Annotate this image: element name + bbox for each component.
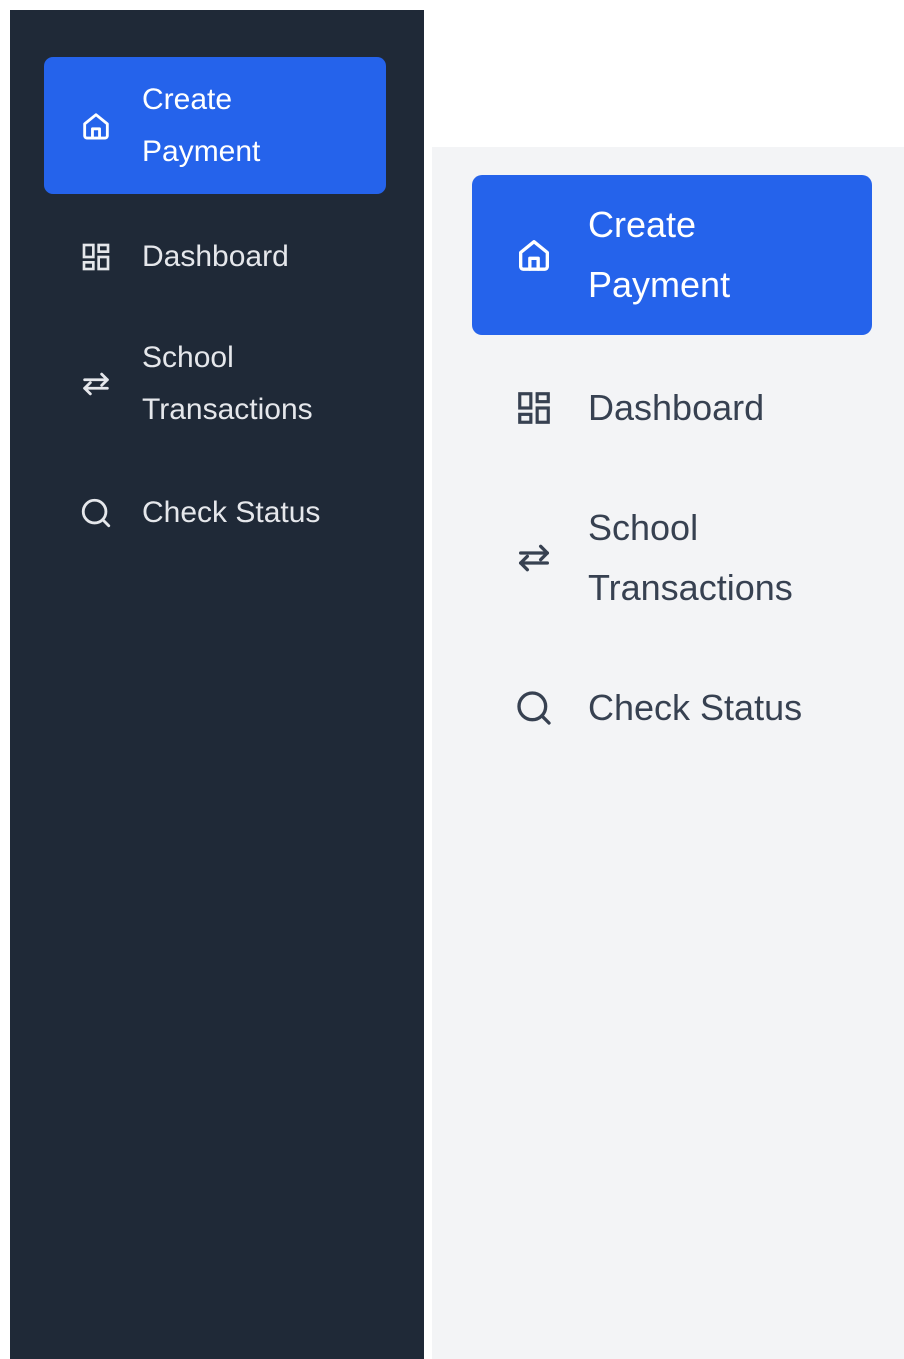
arrows-left-right-icon: [78, 366, 114, 402]
sidebar-dark: Create Payment Dashboard School Transact…: [10, 10, 424, 1359]
sidebar-item-label: Dashboard: [588, 387, 765, 428]
sidebar-dark-item-dashboard[interactable]: Dashboard: [44, 194, 386, 320]
sidebar-item-label: Create Payment: [588, 204, 731, 305]
sidebar-light-item-check-status[interactable]: Check Status: [472, 635, 872, 781]
sidebar-light-item-create-payment[interactable]: Create Payment: [472, 175, 872, 335]
screenshot-canvas: Create Payment Dashboard School Transact…: [0, 0, 904, 1359]
sidebar-item-label: Check Status: [142, 496, 321, 529]
home-icon: [512, 233, 556, 277]
sidebar-light: Create Payment Dashboard School Transact…: [432, 147, 904, 1359]
dashboard-grid-icon: [512, 386, 556, 430]
sidebar-dark-item-check-status[interactable]: Check Status: [44, 448, 386, 578]
search-icon: [512, 686, 556, 730]
sidebar-dark-item-create-payment[interactable]: Create Payment: [44, 57, 386, 194]
arrows-left-right-icon: [512, 536, 556, 580]
sidebar-dark-nav: Create Payment Dashboard School Transact…: [44, 57, 386, 578]
sidebar-item-label: School Transactions: [588, 507, 793, 608]
sidebar-item-label: Create Payment: [142, 82, 261, 168]
sidebar-light-item-dashboard[interactable]: Dashboard: [472, 335, 872, 481]
dashboard-grid-icon: [78, 239, 114, 275]
sidebar-light-nav: Create Payment Dashboard School Transact…: [472, 175, 872, 781]
sidebar-item-label: School Transactions: [142, 341, 313, 426]
sidebar-item-label: Check Status: [588, 687, 803, 728]
sidebar-item-label: Dashboard: [142, 240, 289, 273]
search-icon: [78, 495, 114, 531]
sidebar-dark-item-school-transactions[interactable]: School Transactions: [44, 320, 386, 448]
sidebar-light-item-school-transactions[interactable]: School Transactions: [472, 481, 872, 635]
home-icon: [78, 108, 114, 144]
